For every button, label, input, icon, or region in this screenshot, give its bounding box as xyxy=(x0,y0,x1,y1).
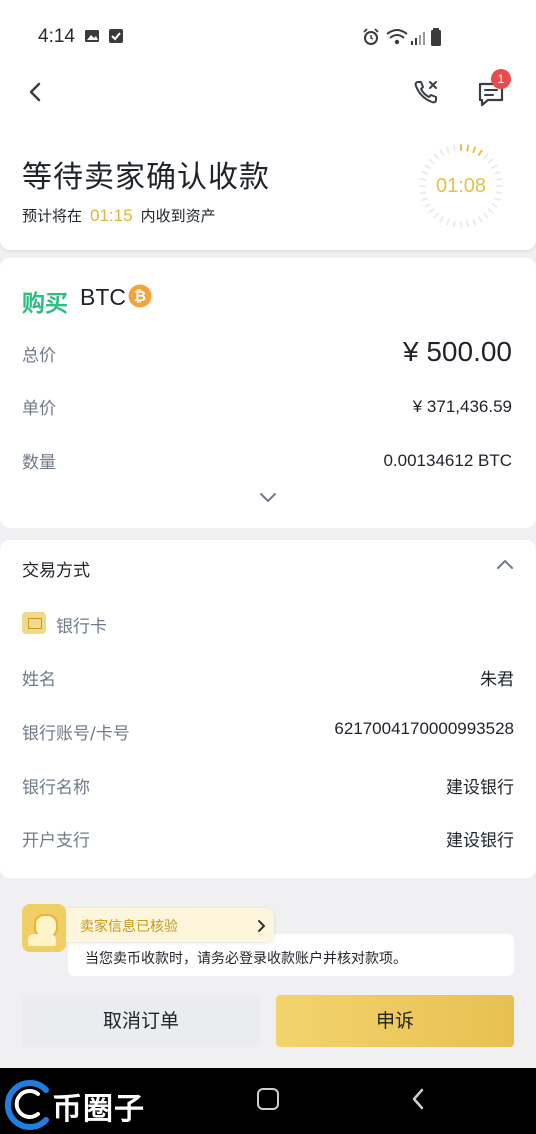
home-button[interactable] xyxy=(257,1088,279,1110)
check-square-icon xyxy=(109,29,123,43)
appeal-button[interactable]: 申诉 xyxy=(276,995,514,1047)
battery-icon xyxy=(431,28,441,46)
bank-name-value[interactable]: 建设银行 xyxy=(446,773,514,798)
watermark-logo-icon xyxy=(4,1080,49,1130)
verified-seller-icon xyxy=(22,904,66,952)
chevron-down-icon[interactable] xyxy=(256,488,280,508)
chevron-up-icon[interactable] xyxy=(493,554,517,574)
notice-text: 当您卖币收款时，请务必登录收款账户并核对款项。 xyxy=(85,951,407,967)
back-button[interactable] xyxy=(22,78,50,106)
payment-method-name: 银行卡 xyxy=(56,617,107,637)
call-icon[interactable] xyxy=(410,76,442,108)
watermark-text: 币圈子 xyxy=(52,1092,145,1127)
payee-name-label: 姓名 xyxy=(22,670,56,690)
status-time: 4:14 xyxy=(38,26,75,47)
eta-time: 01:15 xyxy=(90,206,133,225)
chevron-right-icon xyxy=(258,920,265,932)
branch-value[interactable]: 建设银行 xyxy=(446,826,514,851)
seller-verified-label: 卖家信息已核验 xyxy=(80,919,178,935)
page-title: 等待卖家确认收款 xyxy=(22,160,270,195)
chat-badge: 1 xyxy=(491,69,511,89)
branch-label: 开户支行 xyxy=(22,831,90,851)
cancel-order-button[interactable]: 取消订单 xyxy=(22,995,260,1047)
trade-side: 购买 xyxy=(22,291,68,317)
coin-name: BTC xyxy=(80,284,126,310)
unit-price-value: ¥ 371,436.59 xyxy=(412,397,512,416)
total-price-value: ¥ 500.00 xyxy=(403,336,512,367)
quantity-value: 0.00134612 BTC xyxy=(383,451,512,470)
btc-icon: ₿ xyxy=(128,284,152,308)
image-icon xyxy=(85,30,99,42)
payee-name-value[interactable]: 朱君 xyxy=(480,665,514,690)
eta-prefix: 预计将在 xyxy=(22,207,83,225)
unit-price-label: 单价 xyxy=(22,399,56,419)
payment-method-title: 交易方式 xyxy=(22,561,90,581)
svg-text:₿: ₿ xyxy=(134,288,146,305)
account-number-value[interactable]: 6217004170000993528 xyxy=(334,719,514,739)
signal-icon xyxy=(411,32,425,45)
total-price-label: 总价 xyxy=(22,346,56,366)
eta-suffix: 内收到资产 xyxy=(140,207,216,225)
countdown-timer: 01:08 xyxy=(435,175,487,197)
account-number-label: 银行账号/卡号 xyxy=(22,724,130,744)
bank-card-icon xyxy=(22,612,46,634)
quantity-label: 数量 xyxy=(22,453,56,473)
wifi-icon xyxy=(386,29,408,45)
eta-subtitle: 预计将在 01:15 内收到资产 xyxy=(22,205,216,226)
bank-name-label: 银行名称 xyxy=(22,778,90,798)
alarm-icon xyxy=(363,28,379,45)
nav-back-icon[interactable] xyxy=(408,1086,428,1112)
